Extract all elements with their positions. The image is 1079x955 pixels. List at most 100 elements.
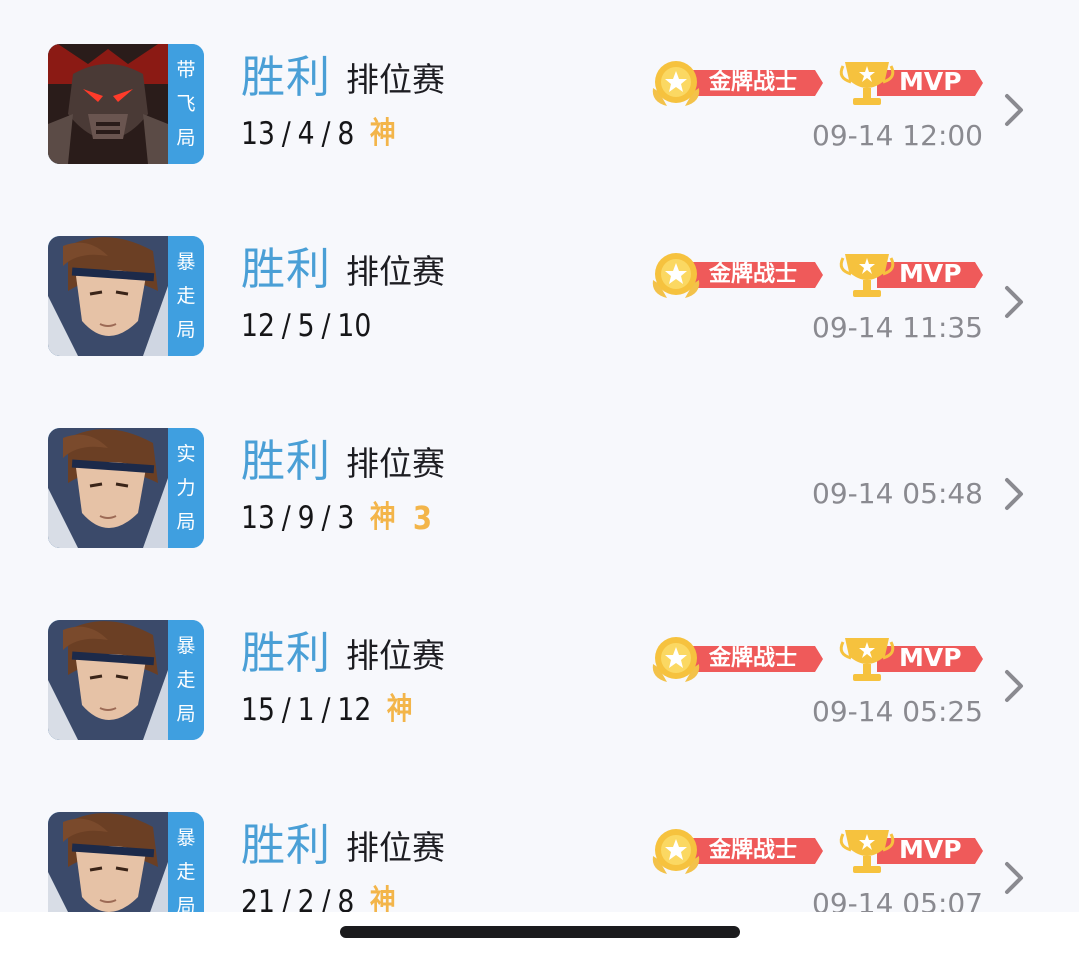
gold-warrior-badge: 金牌战士	[649, 634, 823, 684]
match-type-char: 局	[176, 703, 196, 725]
separator: /	[321, 884, 331, 912]
match-type-tag: 暴走局	[168, 620, 204, 740]
match-type-tag: 暴走局	[168, 812, 204, 912]
match-time: 09-14 05:25	[812, 695, 983, 728]
match-mode: 排位赛	[346, 60, 445, 99]
kda: 15/1/12 神	[241, 690, 413, 730]
separator: /	[321, 116, 331, 152]
separator: /	[281, 692, 291, 728]
hero-portrait	[48, 44, 168, 164]
match-type-char: 实	[176, 443, 196, 465]
streak-count: 3	[412, 499, 433, 537]
assists: 8	[337, 116, 355, 152]
hero-avatar: 暴走局	[48, 236, 204, 356]
hero-avatar: 暴走局	[48, 812, 204, 912]
achievement-badges: 金牌战士 MVP	[649, 250, 983, 300]
separator: /	[321, 692, 331, 728]
chevron-right-icon[interactable]	[1003, 284, 1025, 320]
match-type-char: 走	[176, 861, 196, 883]
match-type-char: 局	[176, 895, 196, 912]
match-type-char: 飞	[176, 93, 196, 115]
match-type-char: 局	[176, 127, 196, 149]
kills: 13	[241, 500, 275, 536]
chevron-right-icon[interactable]	[1003, 92, 1025, 128]
kda: 21/2/8 神	[241, 882, 396, 912]
god-mark: 神	[369, 884, 396, 912]
match-type-tag: 暴走局	[168, 236, 204, 356]
mvp-label: MVP	[899, 835, 962, 864]
kda: 13/9/3 神 3	[241, 498, 432, 538]
chevron-right-icon[interactable]	[1003, 860, 1025, 896]
assists: 12	[337, 692, 372, 728]
separator: /	[281, 884, 291, 912]
match-time: 09-14 11:35	[812, 311, 983, 344]
mvp-badge: MVP	[837, 250, 983, 300]
gold-warrior-label: 金牌战士	[709, 262, 798, 287]
achievement-badges: 金牌战士 MVP	[649, 634, 983, 684]
gold-warrior-badge: 金牌战士	[649, 58, 823, 108]
gold-warrior-label: 金牌战士	[709, 70, 798, 95]
god-mark: 神	[386, 692, 413, 727]
kills: 13	[241, 116, 275, 152]
deaths: 9	[297, 500, 315, 536]
hero-portrait	[48, 236, 168, 356]
deaths: 4	[297, 116, 315, 152]
kills: 15	[241, 692, 275, 728]
hero-avatar: 实力局	[48, 428, 204, 548]
home-indicator[interactable]	[340, 926, 740, 938]
mvp-label: MVP	[899, 67, 962, 96]
match-mode: 排位赛	[346, 636, 445, 675]
hero-portrait	[48, 812, 168, 912]
mvp-badge: MVP	[837, 826, 983, 876]
match-result: 胜利	[241, 628, 331, 679]
match-type-char: 暴	[176, 635, 196, 657]
kda: 13/4/8 神	[241, 114, 396, 154]
deaths: 1	[297, 692, 315, 728]
match-type-tag: 带飞局	[168, 44, 204, 164]
hero-avatar: 带飞局	[48, 44, 204, 164]
match-row[interactable]: 暴走局胜利 排位赛 12/5/10 金牌战士 MVP 09-14 11:35	[0, 192, 1079, 384]
separator: /	[281, 116, 291, 152]
god-mark: 神	[369, 116, 396, 151]
match-mode: 排位赛	[346, 444, 445, 483]
match-type-char: 暴	[176, 251, 196, 273]
achievement-badges: 金牌战士 MVP	[649, 58, 983, 108]
assists: 10	[337, 308, 372, 344]
match-time: 09-14 12:00	[812, 119, 983, 152]
match-row[interactable]: 带飞局胜利 排位赛 13/4/8 神金牌战士 MVP 09-14 12:00	[0, 0, 1079, 192]
chevron-right-icon[interactable]	[1003, 668, 1025, 704]
match-result: 胜利	[241, 436, 331, 487]
gold-warrior-badge: 金牌战士	[649, 250, 823, 300]
match-time: 09-14 05:48	[812, 477, 983, 510]
match-type-char: 力	[176, 477, 196, 499]
deaths: 2	[297, 884, 315, 912]
hero-portrait	[48, 620, 168, 740]
match-time: 09-14 05:07	[812, 887, 983, 912]
separator: /	[321, 308, 331, 344]
kills: 12	[241, 308, 275, 344]
separator: /	[321, 500, 331, 536]
gold-warrior-label: 金牌战士	[709, 646, 798, 671]
gold-warrior-label: 金牌战士	[709, 838, 798, 863]
match-result: 胜利	[241, 52, 331, 103]
match-mode: 排位赛	[346, 252, 445, 291]
god-mark: 神	[369, 500, 396, 535]
kda: 12/5/10	[241, 306, 371, 346]
match-row[interactable]: 实力局胜利 排位赛 13/9/3 神 3 09-14 05:48	[0, 384, 1079, 576]
match-type-char: 局	[176, 319, 196, 341]
mvp-label: MVP	[899, 643, 962, 672]
assists: 3	[337, 500, 355, 536]
mvp-label: MVP	[899, 259, 962, 288]
match-type-char: 带	[176, 59, 196, 81]
match-row[interactable]: 暴走局胜利 排位赛 21/2/8 神金牌战士 MVP 09-14 05:07	[0, 768, 1079, 912]
match-mode: 排位赛	[346, 828, 445, 867]
match-type-char: 走	[176, 669, 196, 691]
separator: /	[281, 500, 291, 536]
match-type-tag: 实力局	[168, 428, 204, 548]
separator: /	[281, 308, 291, 344]
hero-portrait	[48, 428, 168, 548]
match-history-list: 带飞局胜利 排位赛 13/4/8 神金牌战士 MVP 09-14 12:00 暴走局胜利 排位…	[0, 0, 1079, 912]
hero-avatar: 暴走局	[48, 620, 204, 740]
chevron-right-icon[interactable]	[1003, 476, 1025, 512]
match-row[interactable]: 暴走局胜利 排位赛 15/1/12 神金牌战士 MVP 09-14 05:25	[0, 576, 1079, 768]
